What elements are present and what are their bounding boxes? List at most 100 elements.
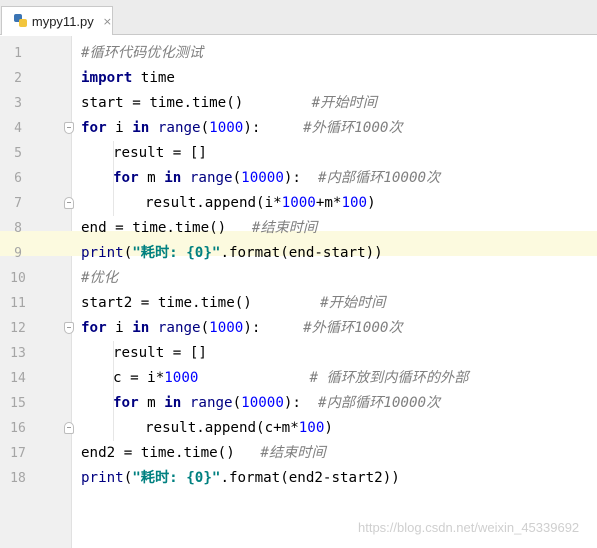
code-token: +m* [315,195,342,211]
code-token: i [106,120,133,136]
code-token: ( [123,470,133,486]
code-line[interactable]: 16 result.append(c+m*100) [0,416,597,441]
code-text: result.append(i*1000+m*100) [145,191,376,216]
watermark: https://blog.csdn.net/weixin_45339692 [358,520,580,535]
code-line[interactable]: 13 result = [] [0,341,597,366]
code-token: 10000 [241,395,284,411]
code-token: 1000 [164,370,199,386]
code-token: result = [] [113,145,207,161]
code-text: for m in range(10000): #内部循环10000次 [113,166,440,191]
code-line[interactable]: 15 for m in range(10000): #内部循环10000次 [0,391,597,416]
code-token: print [81,470,124,486]
fold-toggle-icon[interactable] [64,122,74,134]
code-token: #开始时间 [320,295,386,311]
code-token: #优化 [81,270,118,286]
code-token: in [132,320,150,336]
code-text: end2 = time.time() #结束时间 [81,441,326,466]
code-token: #结束时间 [251,220,318,236]
code-line[interactable]: 10 #优化 [0,266,597,291]
code-line[interactable]: 14 c = i*1000 # 循环放到内循环的外部 [0,366,597,391]
fold-toggle-icon[interactable] [64,322,74,334]
code-token: #内部循环10000次 [318,170,441,186]
code-text: print("耗时: {0}".format(end-start)) [81,241,383,266]
code-line[interactable]: 9 print("耗时: {0}".format(end-start)) [0,241,597,266]
code-token: c = i* [113,370,165,386]
python-file-icon [14,14,27,28]
code-token: .format(end2-start2)) [220,470,400,486]
code-token: in [164,170,182,186]
code-token: # 循环放到内循环的外部 [309,370,469,386]
line-number: 15 [10,396,26,411]
code-token: ( [200,320,210,336]
code-line[interactable]: 1 #循环代码优化测试 [0,41,597,66]
code-token: range [157,120,201,136]
code-token: ( [200,120,210,136]
code-token: ) [324,420,333,436]
code-token: time [132,70,175,86]
line-number: 4 [14,121,22,136]
code-line[interactable]: 5 result = [] [0,141,597,166]
code-token: .format(end-start)) [220,245,383,261]
code-line[interactable]: 4 for i in range(1000): #外循环1000次 [0,116,597,141]
code-token: in [132,120,150,136]
line-number: 5 [14,146,22,161]
line-number: 11 [10,296,26,311]
code-token: print [81,245,124,261]
code-token: 1000 [209,320,244,336]
code-token: ): [243,320,304,336]
line-number: 8 [14,221,22,236]
code-token: import [81,70,133,86]
code-token: 1000 [281,195,316,211]
code-line[interactable]: 7 result.append(i*1000+m*100) [0,191,597,216]
code-text: #优化 [81,266,118,291]
line-number: 2 [14,71,22,86]
line-number: 18 [10,471,26,486]
code-token: #外循环1000次 [303,320,403,336]
code-token: end = time.time() [81,220,252,236]
code-text: start2 = time.time() #开始时间 [81,291,385,316]
fold-toggle-icon[interactable] [64,422,74,434]
file-tab[interactable]: mypy11.py × [1,6,113,35]
code-token: range [189,170,233,186]
line-number: 14 [10,371,26,386]
code-text: c = i*1000 # 循环放到内循环的外部 [113,366,468,391]
code-token: #结束时间 [260,445,326,461]
code-token: ( [232,395,242,411]
code-text: for i in range(1000): #外循环1000次 [81,116,403,141]
tab-filename: mypy11.py [31,13,94,29]
code-line[interactable]: 18 print("耗时: {0}".format(end2-start2)) [0,466,597,491]
code-line[interactable]: 11 start2 = time.time() #开始时间 [0,291,597,316]
fold-toggle-icon[interactable] [64,197,74,209]
code-text: start = time.time() #开始时间 [81,91,377,116]
line-number: 6 [14,171,22,186]
code-line[interactable]: 17 end2 = time.time() #结束时间 [0,441,597,466]
code-line[interactable]: 12 for i in range(1000): #外循环1000次 [0,316,597,341]
line-number: 1 [14,46,22,61]
code-token: range [157,320,201,336]
code-token: start2 = time.time() [81,295,321,311]
code-line[interactable]: 3 start = time.time() #开始时间 [0,91,597,116]
line-number: 17 [10,446,26,461]
line-number: 3 [14,96,22,111]
code-text: result = [] [113,141,207,166]
code-text: for m in range(10000): #内部循环10000次 [113,391,440,416]
close-tab-icon[interactable]: × [103,15,112,28]
code-token: 100 [341,195,368,211]
code-token: #内部循环10000次 [318,395,441,411]
line-number: 10 [10,271,26,286]
code-token: ): [283,395,319,411]
code-token: i [106,320,133,336]
code-line[interactable]: 2 import time [0,66,597,91]
code-token: #开始时间 [311,95,377,111]
code-token: result.append(i* [145,195,282,211]
line-number: 7 [14,196,22,211]
code-token: ( [232,170,242,186]
code-line[interactable]: 6 for m in range(10000): #内部循环10000次 [0,166,597,191]
code-token: m [138,395,165,411]
code-line[interactable]: 8 end = time.time() #结束时间 [0,216,597,241]
code-text: for i in range(1000): #外循环1000次 [81,316,403,341]
